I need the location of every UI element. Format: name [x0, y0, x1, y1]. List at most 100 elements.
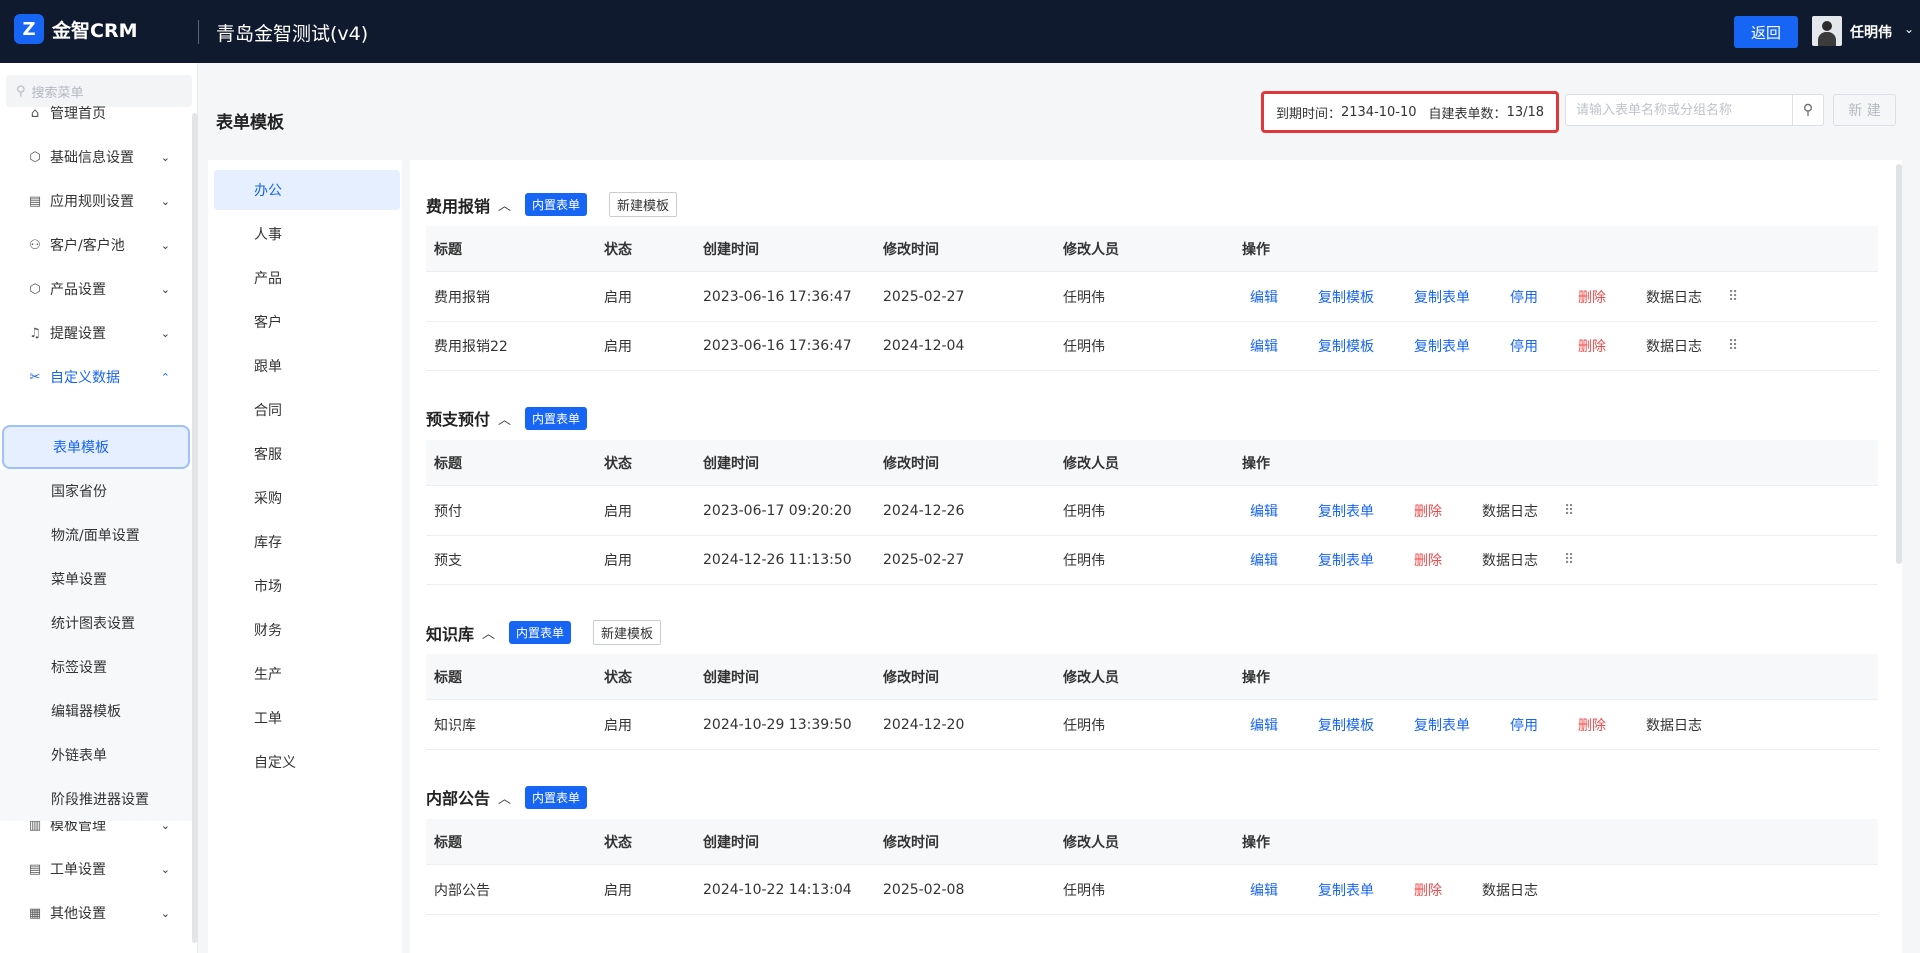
chevron-down-icon[interactable]: ⌄	[1904, 22, 1914, 36]
modifier: 任明伟	[1063, 718, 1105, 734]
data-log-link[interactable]: 数据日志	[1646, 701, 1702, 749]
drag-handle-icon[interactable]: ⠿	[1564, 487, 1574, 535]
category-item[interactable]: 自定义	[214, 742, 400, 782]
edit-link[interactable]: 编辑	[1250, 866, 1278, 914]
delete-link[interactable]: 删除	[1578, 273, 1606, 321]
chevron-up-icon[interactable]: ︿	[498, 195, 511, 214]
category-item[interactable]: 财务	[214, 610, 400, 650]
category-item[interactable]: 跟单	[214, 346, 400, 386]
copy-form-link[interactable]: 复制表单	[1318, 536, 1374, 584]
category-item[interactable]: 客服	[214, 434, 400, 474]
disable-link[interactable]: 停用	[1510, 701, 1538, 749]
data-log-link[interactable]: 数据日志	[1482, 487, 1538, 535]
column-header: 修改人员	[1063, 241, 1119, 258]
chevron-up-icon[interactable]: ︿	[498, 409, 511, 428]
sidebar-subitem[interactable]: 统计图表设置	[0, 601, 192, 645]
sidebar-subitem[interactable]: 物流/面单设置	[0, 513, 192, 557]
user-name[interactable]: 任明伟	[1850, 22, 1892, 42]
sidebar-item[interactable]: ▤ 应用规则设置 ⌄	[0, 181, 190, 221]
copy-template-link[interactable]: 复制模板	[1318, 701, 1374, 749]
edit-link[interactable]: 编辑	[1250, 701, 1278, 749]
copy-template-link[interactable]: 复制模板	[1318, 322, 1374, 370]
category-item[interactable]: 产品	[214, 258, 400, 298]
category-item[interactable]: 合同	[214, 390, 400, 430]
chevron-up-icon[interactable]: ︿	[482, 623, 495, 642]
sidebar-item[interactable]: ⚇ 客户/客户池 ⌄	[0, 225, 190, 265]
sidebar-item[interactable]: ✂ 自定义数据 ⌃	[0, 357, 190, 397]
sidebar-item[interactable]: ⬡ 基础信息设置 ⌄	[0, 137, 190, 177]
category-item[interactable]: 生产	[214, 654, 400, 694]
form-count-label: 自建表单数：	[1428, 106, 1507, 122]
sidebar-subitem[interactable]: 国家省份	[0, 469, 192, 513]
disable-link[interactable]: 停用	[1510, 322, 1538, 370]
edit-link[interactable]: 编辑	[1250, 487, 1278, 535]
data-log-link[interactable]: 数据日志	[1482, 536, 1538, 584]
created-time: 2024-10-29 13:39:50	[703, 717, 852, 733]
category-item[interactable]: 库存	[214, 522, 400, 562]
expiry-info: 到期时间： 2134-10-10 自建表单数： 13/18	[1261, 91, 1559, 133]
sidebar-item-label: 产品设置	[50, 282, 106, 298]
copy-form-link[interactable]: 复制表单	[1318, 487, 1374, 535]
copy-form-link[interactable]: 复制表单	[1318, 866, 1374, 914]
data-log-link[interactable]: 数据日志	[1646, 322, 1702, 370]
sidebar-item-label: 其他设置	[50, 906, 106, 922]
created-time: 2024-10-22 14:13:04	[703, 882, 852, 898]
edit-link[interactable]: 编辑	[1250, 536, 1278, 584]
new-template-button[interactable]: 新建模板	[609, 192, 678, 217]
builtin-badge: 内置表单	[525, 193, 588, 216]
search-icon[interactable]: ⚲	[1792, 94, 1824, 126]
disable-link[interactable]: 停用	[1510, 273, 1538, 321]
copy-form-link[interactable]: 复制表单	[1414, 322, 1470, 370]
sidebar-item[interactable]: ⬡ 产品设置 ⌄	[0, 269, 190, 309]
page-title: 表单模板	[216, 113, 284, 133]
sidebar-subitem[interactable]: 菜单设置	[0, 557, 192, 601]
form-search-input[interactable]	[1565, 94, 1793, 126]
created-time: 2023-06-16 17:36:47	[703, 338, 852, 354]
edit-link[interactable]: 编辑	[1250, 322, 1278, 370]
drag-handle-icon[interactable]: ⠿	[1728, 273, 1738, 321]
back-button[interactable]: 返回	[1734, 16, 1798, 48]
data-log-link[interactable]: 数据日志	[1482, 866, 1538, 914]
delete-link[interactable]: 删除	[1414, 487, 1442, 535]
sidebar-subitem[interactable]: 编辑器模板	[0, 689, 192, 733]
sidebar-item[interactable]: ⌂ 管理首页	[0, 93, 190, 133]
sidebar-item[interactable]: ▦ 其他设置 ⌄	[0, 893, 190, 933]
modifier: 任明伟	[1063, 553, 1105, 569]
avatar[interactable]	[1812, 16, 1842, 46]
sidebar-scrollbar[interactable]	[192, 113, 197, 943]
category-item[interactable]: 办公	[214, 170, 400, 210]
sidebar-subitem[interactable]: 外链表单	[0, 733, 192, 777]
edit-link[interactable]: 编辑	[1250, 273, 1278, 321]
app-logo[interactable]: Z 金智CRM	[14, 14, 137, 44]
drag-handle-icon[interactable]: ⠿	[1728, 322, 1738, 370]
sidebar-subitem[interactable]: 阶段推进器设置	[0, 777, 192, 821]
drag-handle-icon[interactable]: ⠿	[1564, 536, 1574, 584]
category-item[interactable]: 采购	[214, 478, 400, 518]
sidebar-item[interactable]: ▤ 工单设置 ⌄	[0, 849, 190, 889]
data-log-link[interactable]: 数据日志	[1646, 273, 1702, 321]
copy-template-link[interactable]: 复制模板	[1318, 273, 1374, 321]
copy-form-link[interactable]: 复制表单	[1414, 273, 1470, 321]
delete-link[interactable]: 删除	[1578, 701, 1606, 749]
delete-link[interactable]: 删除	[1414, 536, 1442, 584]
form-title: 费用报销22	[434, 339, 508, 355]
new-template-button[interactable]: 新建模板	[593, 620, 662, 645]
sidebar-item[interactable]: ♫ 提醒设置 ⌄	[0, 313, 190, 353]
sidebar-subitem[interactable]: 标签设置	[0, 645, 192, 689]
category-item[interactable]: 工单	[214, 698, 400, 738]
category-item[interactable]: 市场	[214, 566, 400, 606]
modified-time: 2024-12-04	[883, 338, 965, 354]
category-item[interactable]: 人事	[214, 214, 400, 254]
chevron-up-icon[interactable]: ︿	[498, 788, 511, 807]
category-item[interactable]: 客户	[214, 302, 400, 342]
modified-time: 2025-02-08	[883, 882, 965, 898]
chevron-down-icon: ⌄	[160, 862, 170, 876]
form-status: 启用	[604, 339, 632, 355]
delete-link[interactable]: 删除	[1414, 866, 1442, 914]
delete-link[interactable]: 删除	[1578, 322, 1606, 370]
content-scrollbar[interactable]	[1896, 164, 1902, 564]
copy-form-link[interactable]: 复制表单	[1414, 701, 1470, 749]
sidebar-subitem[interactable]: 表单模板	[2, 425, 190, 469]
chevron-down-icon: ⌄	[160, 326, 170, 340]
new-form-button[interactable]: 新 建	[1833, 94, 1896, 126]
